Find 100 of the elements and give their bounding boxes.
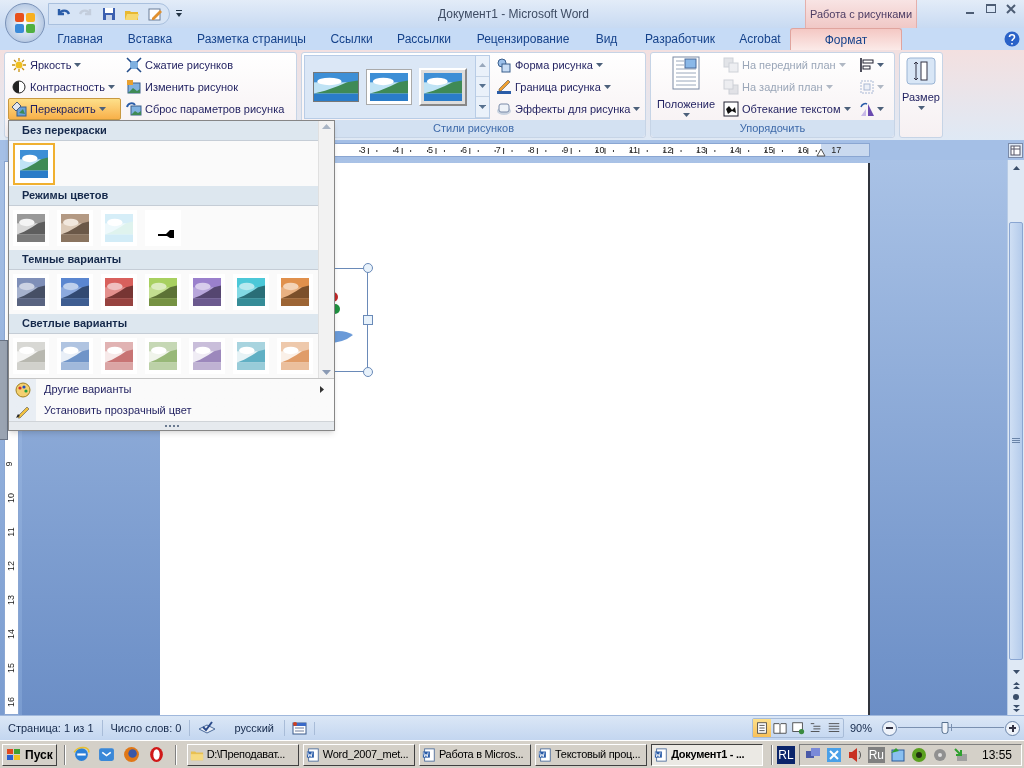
customize-toolbar-icon[interactable] <box>176 10 182 18</box>
recolor-option[interactable] <box>101 274 137 310</box>
scroll-thumb[interactable] <box>1009 222 1023 660</box>
help-icon[interactable] <box>1004 31 1020 47</box>
recolor-option[interactable] <box>189 274 225 310</box>
pencil-document-icon <box>147 6 163 22</box>
recolor-option[interactable] <box>13 210 49 246</box>
zoom-in-button[interactable] <box>1005 720 1020 736</box>
ribbon-command[interactable]: Сброс параметров рисунка <box>123 98 288 120</box>
ribbon-command[interactable]: Перекрасить <box>8 98 121 120</box>
squares-icon <box>723 79 739 95</box>
more-button[interactable] <box>476 97 489 118</box>
document-icon <box>538 747 553 762</box>
page-count[interactable]: Страница: 1 из 1 <box>0 719 103 737</box>
style-option[interactable] <box>366 69 412 105</box>
taskbar-button[interactable]: Word_2007_met... <box>302 743 415 766</box>
word-count[interactable]: Число слов: 0 <box>102 719 191 737</box>
menu-item[interactable]: Другие варианты <box>9 379 334 400</box>
ribbon-tab[interactable]: Вид <box>583 28 630 50</box>
close-icon[interactable] <box>1006 4 1016 14</box>
ribbon-tab[interactable]: Разработчик <box>630 28 730 50</box>
quick-access-button[interactable] <box>101 6 117 22</box>
speaker-icon[interactable] <box>846 746 863 763</box>
keyboard-language[interactable]: Ru <box>867 746 885 763</box>
resize-handle[interactable] <box>363 263 373 273</box>
recolor-option[interactable] <box>101 210 137 246</box>
up-arrow-icon <box>1012 166 1020 170</box>
ribbon-command[interactable]: Эффекты для рисунка <box>494 98 643 120</box>
recolor-option[interactable] <box>277 338 313 374</box>
start-button[interactable]: Пуск <box>2 743 57 766</box>
scroll-down-button[interactable] <box>476 76 489 98</box>
ribbon-tab[interactable]: Рассылки <box>385 28 463 50</box>
ribbon-tab[interactable]: Формат <box>790 28 902 50</box>
app-icon[interactable] <box>825 746 842 763</box>
quick-launch-button[interactable] <box>147 746 165 763</box>
ribbon-command[interactable]: Форма рисунка <box>494 54 643 76</box>
slider-thumb[interactable] <box>941 722 949 734</box>
menu-item[interactable]: Установить прозрачный цвет <box>9 400 334 421</box>
recolor-option[interactable] <box>57 210 93 246</box>
down-arrow-icon[interactable] <box>322 370 331 375</box>
zoom-slider[interactable] <box>898 721 1004 735</box>
resize-handle[interactable] <box>363 315 373 325</box>
view-button[interactable] <box>753 719 771 737</box>
recolor-option[interactable] <box>13 142 55 185</box>
browser-icon <box>122 746 140 763</box>
quick-launch-button[interactable] <box>97 746 115 763</box>
taskbar-button[interactable]: Текстовый проц... <box>535 743 648 766</box>
ruler-number: 12 <box>662 144 673 156</box>
recolor-option[interactable] <box>57 338 93 374</box>
ribbon-command[interactable]: Обтекание текстом <box>721 98 853 120</box>
ribbon-command[interactable]: Изменить рисунок <box>123 76 288 98</box>
taskbar-button[interactable]: Документ1 - ... <box>651 743 764 766</box>
taskbar-button[interactable]: Работа в Micros... <box>418 743 532 766</box>
indent-marker-icon[interactable] <box>816 148 826 157</box>
recolor-option[interactable] <box>145 210 181 246</box>
restore-button[interactable] <box>986 4 996 13</box>
window-icon[interactable] <box>890 746 906 763</box>
ribbon-tab[interactable]: Acrobat <box>730 28 790 50</box>
clock[interactable]: 13:55 <box>982 745 1013 764</box>
shield-icon[interactable] <box>911 746 927 763</box>
recolor-option[interactable] <box>145 338 181 374</box>
view-button[interactable] <box>789 719 807 737</box>
recolor-option[interactable] <box>13 274 49 310</box>
taskbar-button[interactable]: D:\Преподават... <box>186 743 299 766</box>
quick-launch-button[interactable] <box>122 746 140 763</box>
command-label: Яркость <box>30 57 72 73</box>
view-ruler-button[interactable] <box>1008 142 1023 158</box>
window-title: Документ1 - Microsoft Word <box>437 6 590 23</box>
resize-grip[interactable] <box>9 421 334 430</box>
recolor-option[interactable] <box>189 338 225 374</box>
ribbon-command[interactable]: Яркость <box>8 54 121 76</box>
language-badge[interactable]: RL <box>777 745 795 764</box>
ribbon-command[interactable]: Контрастность <box>8 76 121 98</box>
section-header: Темные варианты <box>9 250 318 270</box>
position-button[interactable]: Положение <box>651 53 721 120</box>
recolor-option[interactable] <box>145 274 181 310</box>
ribbon-tab[interactable]: Разметка страницы <box>185 28 318 50</box>
ribbon-tab[interactable]: Главная <box>45 28 115 50</box>
quick-access-button[interactable] <box>147 6 163 22</box>
ribbon-command[interactable]: Сжатие рисунков <box>123 54 288 76</box>
ruler-number: 8 <box>529 144 535 156</box>
language-indicator[interactable]: русский <box>224 719 285 737</box>
ribbon-tab[interactable]: Ссылки <box>318 28 385 50</box>
zoom-out-button[interactable] <box>882 720 897 736</box>
recolor-option[interactable] <box>13 338 49 374</box>
resize-handle[interactable] <box>363 367 373 377</box>
ribbon-command[interactable]: Граница рисунка <box>494 76 643 98</box>
recolor-option[interactable] <box>277 274 313 310</box>
office-logo-icon <box>14 12 36 34</box>
zoom-level-text[interactable]: 90% <box>850 719 882 737</box>
recolor-option[interactable] <box>233 274 269 310</box>
ribbon-tab[interactable]: Рецензирование <box>463 28 583 50</box>
recolor-option[interactable] <box>101 338 137 374</box>
caret-icon <box>843 107 851 111</box>
recolor-option[interactable] <box>57 274 93 310</box>
quick-launch-button[interactable] <box>72 746 90 763</box>
mail-icon <box>97 746 115 763</box>
style-option[interactable] <box>312 72 359 102</box>
ribbon-tab[interactable]: Вставка <box>115 28 185 50</box>
recolor-option[interactable] <box>233 338 269 374</box>
